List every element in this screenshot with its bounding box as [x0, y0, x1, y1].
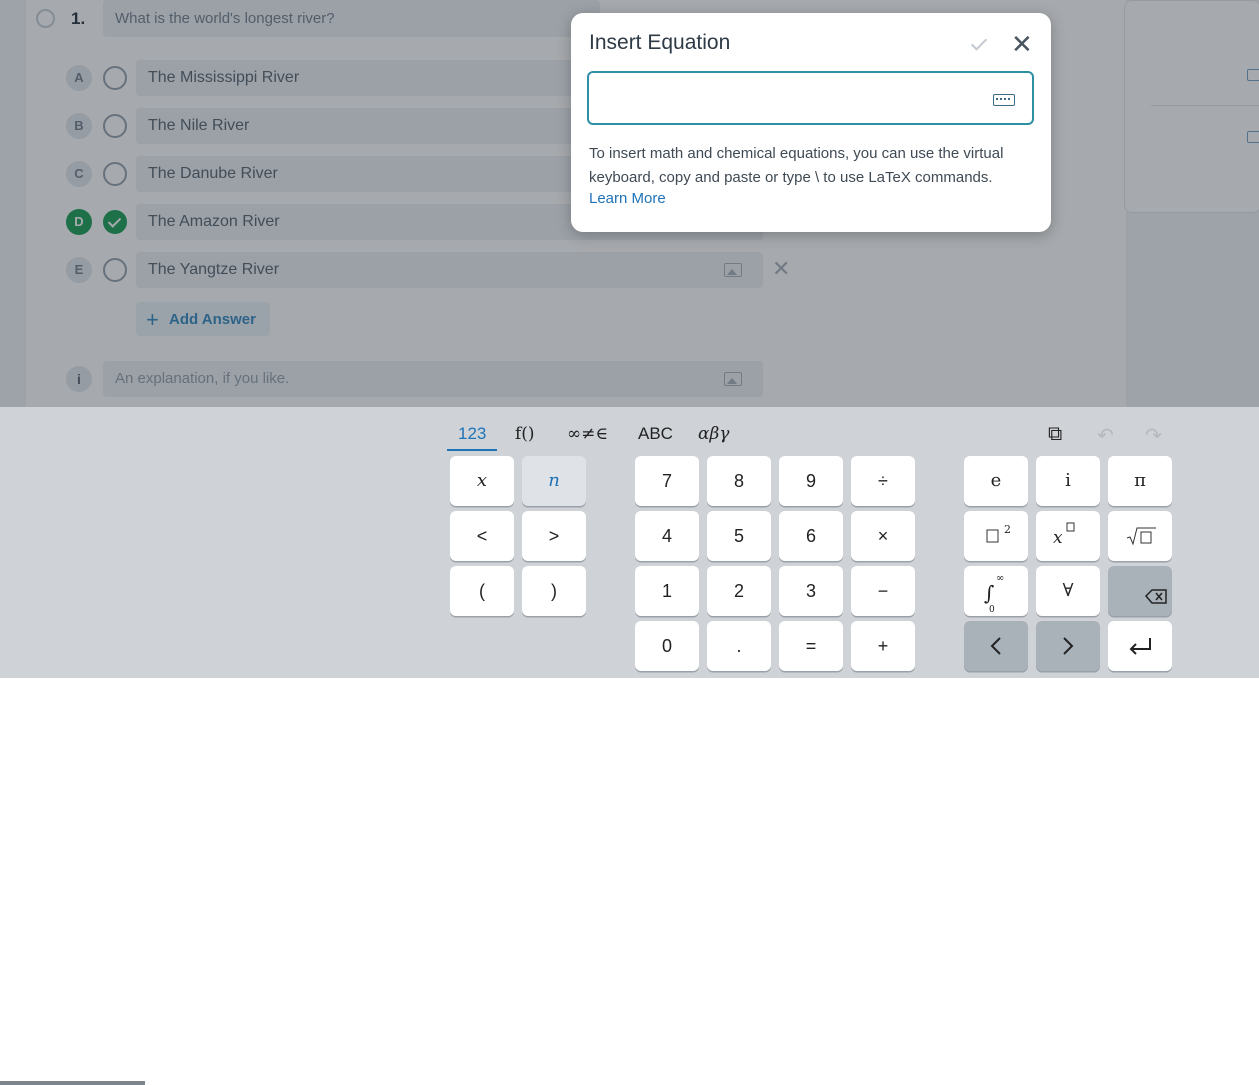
- enter-icon: [1129, 638, 1151, 655]
- enter-key[interactable]: [1108, 621, 1172, 671]
- key-power[interactable]: x: [1036, 511, 1100, 561]
- close-icon[interactable]: ✕: [1011, 31, 1033, 57]
- chevron-right-icon: [1063, 637, 1074, 655]
- key-square[interactable]: 2: [964, 511, 1028, 561]
- key-forall[interactable]: ∀: [1036, 566, 1100, 616]
- key-i[interactable]: i: [1036, 456, 1100, 506]
- equation-input[interactable]: [587, 71, 1034, 125]
- key-plus[interactable]: +: [851, 621, 915, 671]
- key-divide[interactable]: ÷: [851, 456, 915, 506]
- svg-text:∞: ∞: [996, 573, 1004, 584]
- confirm-check-icon[interactable]: [969, 33, 991, 55]
- svg-text:x: x: [1053, 528, 1063, 548]
- key-e[interactable]: e: [964, 456, 1028, 506]
- key-n[interactable]: n: [522, 456, 586, 506]
- square-icon: 2: [986, 523, 1011, 543]
- cursor-left-key[interactable]: [964, 621, 1028, 671]
- key-minus[interactable]: −: [851, 566, 915, 616]
- scrollbar[interactable]: [0, 1081, 145, 1085]
- svg-text:∫: ∫: [984, 581, 994, 605]
- key-x[interactable]: x: [450, 456, 514, 506]
- undo-icon[interactable]: ↶: [1097, 423, 1114, 448]
- tab-greek[interactable]: αβγ: [698, 424, 729, 444]
- svg-text:0: 0: [989, 605, 995, 615]
- virtual-keyboard: 123 f() ∞≠∈ ABC αβγ ⧉ ↶ ↷ x n < > ( ) 7 …: [0, 407, 1259, 1085]
- tab-symbols[interactable]: ∞≠∈: [567, 424, 608, 444]
- key-8[interactable]: 8: [707, 456, 771, 506]
- dialog-title: Insert Equation: [589, 31, 731, 54]
- key-close-paren[interactable]: ): [522, 566, 586, 616]
- key-7[interactable]: 7: [635, 456, 699, 506]
- key-multiply[interactable]: ×: [851, 511, 915, 561]
- tab-functions[interactable]: f(): [515, 424, 535, 444]
- copy-icon[interactable]: ⧉: [1048, 423, 1062, 446]
- redo-icon[interactable]: ↷: [1145, 423, 1162, 448]
- key-2[interactable]: 2: [707, 566, 771, 616]
- key-9[interactable]: 9: [779, 456, 843, 506]
- tab-letters[interactable]: ABC: [638, 424, 673, 444]
- key-5[interactable]: 5: [707, 511, 771, 561]
- chevron-left-icon: [990, 637, 1001, 655]
- tab-numbers[interactable]: 123: [446, 424, 498, 451]
- key-1[interactable]: 1: [635, 566, 699, 616]
- sqrt-icon: [1126, 527, 1156, 546]
- key-equals[interactable]: =: [779, 621, 843, 671]
- key-sqrt[interactable]: [1108, 511, 1172, 561]
- learn-more-link[interactable]: Learn More: [589, 190, 666, 207]
- keyboard-icon[interactable]: [993, 94, 1015, 106]
- key-6[interactable]: 6: [779, 511, 843, 561]
- key-integral[interactable]: ∫ ∞ 0: [964, 566, 1028, 616]
- key-greater-than[interactable]: >: [522, 511, 586, 561]
- integral-icon: ∫ ∞ 0: [984, 573, 1004, 615]
- svg-text:2: 2: [1004, 523, 1011, 536]
- key-pi[interactable]: π: [1108, 456, 1172, 506]
- key-4[interactable]: 4: [635, 511, 699, 561]
- key-3[interactable]: 3: [779, 566, 843, 616]
- backspace-icon: [1144, 589, 1167, 604]
- cursor-right-key[interactable]: [1036, 621, 1100, 671]
- backspace-key[interactable]: [1108, 566, 1172, 616]
- power-icon: x: [1053, 522, 1075, 548]
- key-open-paren[interactable]: (: [450, 566, 514, 616]
- key-0[interactable]: 0: [635, 621, 699, 671]
- insert-equation-dialog: Insert Equation ✕ To insert math and che…: [571, 13, 1051, 232]
- key-less-than[interactable]: <: [450, 511, 514, 561]
- help-text: To insert math and chemical equations, y…: [589, 145, 1004, 186]
- key-decimal[interactable]: .: [707, 621, 771, 671]
